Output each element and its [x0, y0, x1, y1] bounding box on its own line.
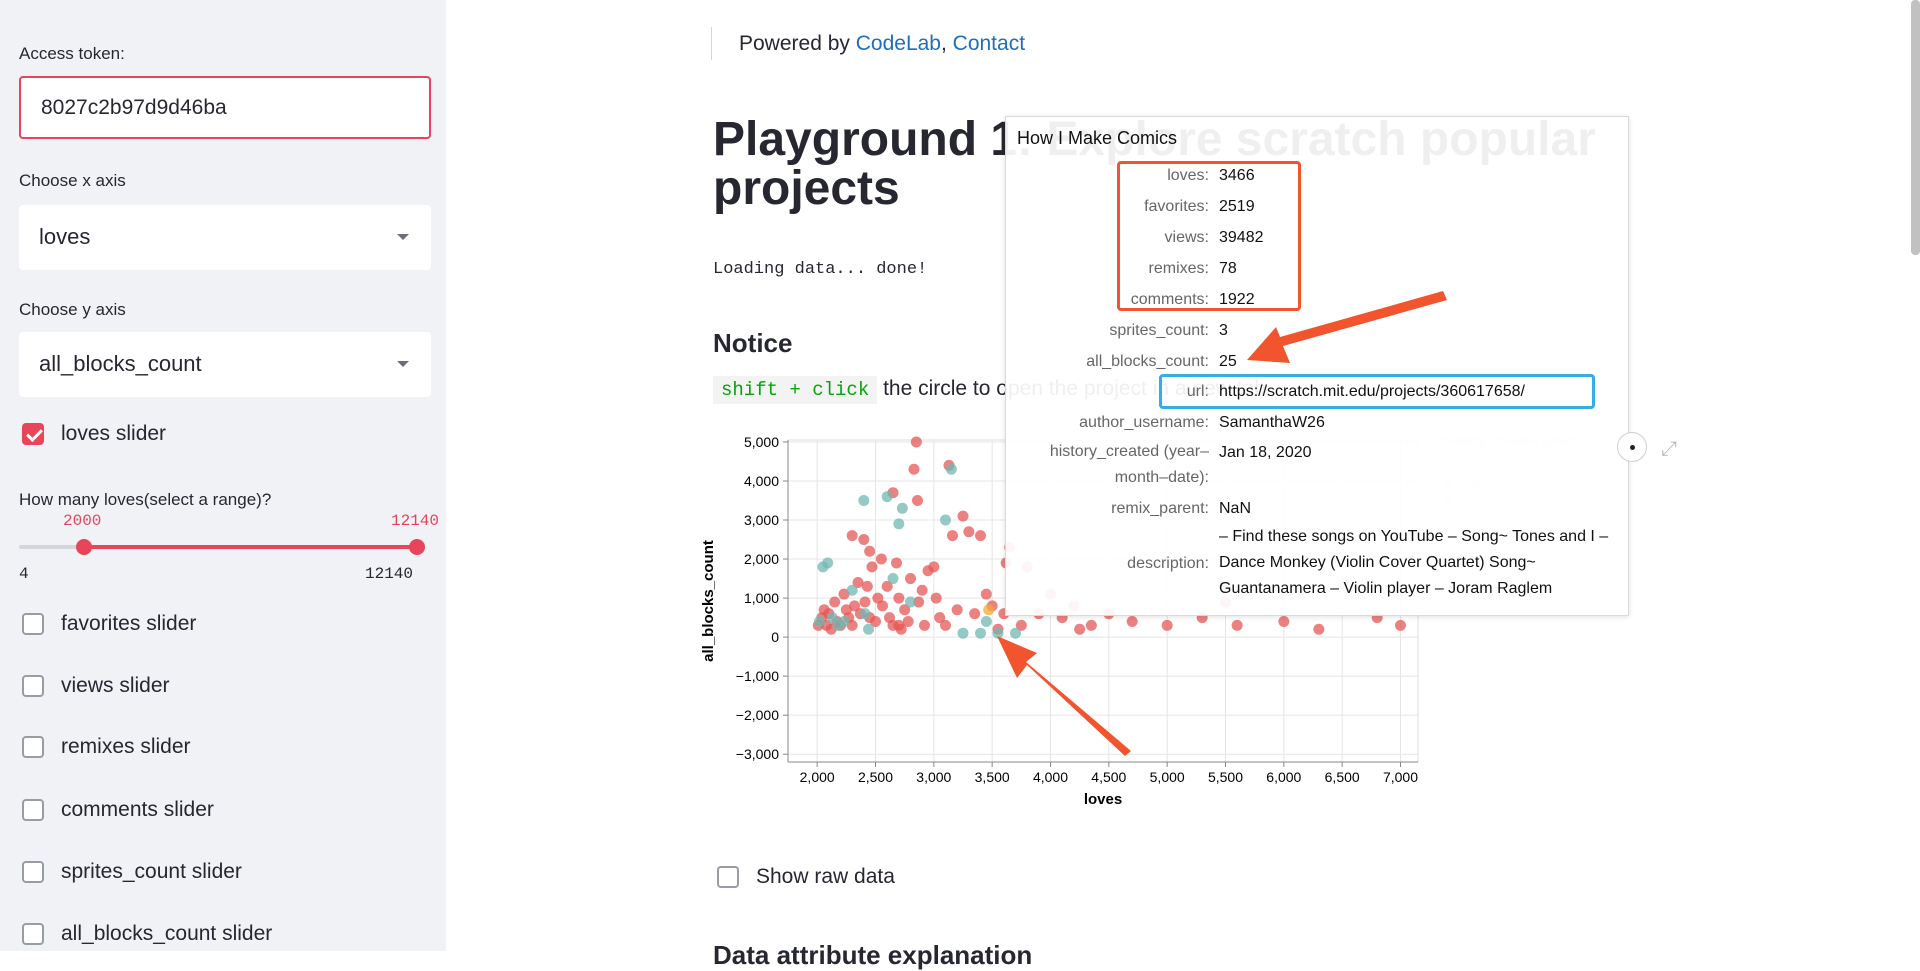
fullscreen-icon[interactable]: ⤢ [1661, 438, 1685, 462]
annotation-arrow-lower [997, 636, 1131, 756]
annotation-arrows [997, 291, 1447, 756]
chart-actions-button[interactable] [1617, 432, 1647, 462]
annotation-arrow-upper [1247, 291, 1447, 363]
scrollbar[interactable] [1911, 0, 1920, 255]
show-raw-label: Show raw data [756, 865, 895, 888]
data-attribute-heading: Data attribute explanation [713, 940, 1033, 970]
more-icon [1630, 445, 1635, 450]
checkbox-icon[interactable] [717, 866, 739, 888]
